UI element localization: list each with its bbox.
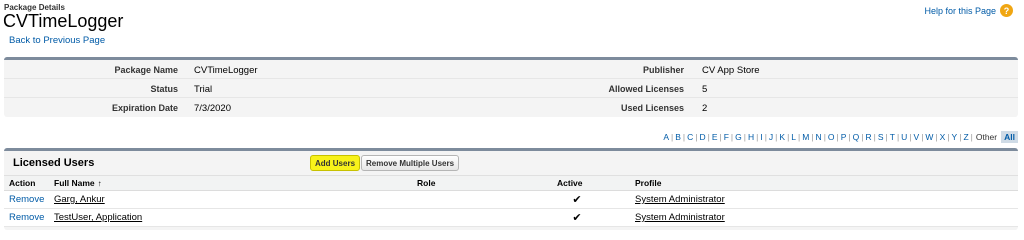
profile-cell: System Administrator: [630, 208, 1018, 227]
profile-cell: System Administrator: [630, 190, 1018, 209]
profile-link[interactable]: System Administrator: [635, 212, 725, 223]
full-name-cell: TestUser, Application: [49, 208, 412, 227]
alpha-filter-t[interactable]: T: [888, 132, 897, 142]
alpha-filter-j[interactable]: J: [767, 132, 775, 142]
alpha-filter-e[interactable]: E: [710, 132, 720, 142]
package-details-panel: Package Name CVTimeLogger Publisher CV A…: [4, 57, 1018, 117]
column-header-active[interactable]: Active: [552, 175, 630, 191]
alpha-filter-all[interactable]: All: [1001, 131, 1018, 143]
alpha-filter-x[interactable]: X: [938, 132, 948, 142]
alpha-filter-c[interactable]: C: [685, 132, 695, 142]
active-cell: ✔: [552, 208, 630, 227]
used-licenses-label: Used Licenses: [620, 103, 684, 113]
package-name-value: CVTimeLogger: [194, 65, 258, 76]
column-header-full-name[interactable]: Full Name ↑: [49, 175, 412, 191]
licensed-users-table: Action Full Name ↑ Role Active Profile Re…: [4, 175, 1018, 227]
expiration-date-label: Expiration Date: [111, 103, 178, 113]
role-cell: [412, 208, 552, 227]
alpha-filter-l[interactable]: L: [789, 132, 798, 142]
alpha-filter-r[interactable]: R: [863, 132, 873, 142]
alpha-filter-o[interactable]: O: [826, 132, 837, 142]
expiration-date-value: 7/3/2020: [194, 103, 231, 114]
action-cell: Remove: [4, 190, 49, 209]
table-row: Remove TestUser, Application ✔ System Ad…: [4, 208, 1018, 227]
alpha-filter-g[interactable]: G: [733, 132, 744, 142]
publisher-label: Publisher: [642, 65, 684, 75]
back-to-previous-page-link[interactable]: Back to Previous Page: [9, 35, 105, 46]
column-header-profile[interactable]: Profile: [630, 175, 1018, 191]
alpha-filter-h[interactable]: H: [746, 132, 756, 142]
alpha-filter-z[interactable]: Z: [961, 132, 970, 142]
column-header-action: Action: [4, 175, 49, 191]
add-users-button[interactable]: Add Users: [310, 155, 361, 171]
detail-row-2: Status Trial Allowed Licenses 5: [4, 79, 1018, 98]
alpha-filter-s[interactable]: S: [876, 132, 886, 142]
sort-ascending-icon: ↑: [97, 179, 102, 188]
status-label: Status: [150, 84, 178, 94]
alpha-filter-m[interactable]: M: [800, 132, 811, 142]
publisher-value: CV App Store: [702, 65, 760, 76]
alpha-filter-y[interactable]: Y: [950, 132, 960, 142]
table-row: Remove Garg, Ankur ✔ System Administrato…: [4, 190, 1018, 209]
status-value: Trial: [194, 84, 213, 95]
profile-link[interactable]: System Administrator: [635, 194, 725, 205]
allowed-licenses-value: 5: [702, 84, 708, 95]
alpha-filter-u[interactable]: U: [899, 132, 909, 142]
package-name-label: Package Name: [114, 65, 178, 75]
licensed-users-title: Licensed Users: [13, 157, 95, 169]
help-icon[interactable]: ?: [1000, 4, 1013, 17]
checkmark-icon: ✔: [572, 194, 582, 206]
active-cell: ✔: [552, 190, 630, 209]
remove-link[interactable]: Remove: [9, 194, 44, 205]
help-area: Help for this Page ?: [924, 4, 1013, 17]
full-name-cell: Garg, Ankur: [49, 190, 412, 209]
alpha-filter-k[interactable]: K: [777, 132, 787, 142]
alpha-filter-d[interactable]: D: [697, 132, 707, 142]
alpha-filter-b[interactable]: B: [673, 132, 683, 142]
alpha-filter-v[interactable]: V: [912, 132, 922, 142]
alpha-filter-p[interactable]: P: [839, 132, 849, 142]
page-title: CVTimeLogger: [3, 11, 124, 31]
alpha-filter-w[interactable]: W: [923, 132, 935, 142]
user-name-link[interactable]: Garg, Ankur: [54, 194, 105, 205]
column-header-role[interactable]: Role: [412, 175, 552, 191]
remove-link[interactable]: Remove: [9, 212, 44, 223]
alpha-filter-q[interactable]: Q: [851, 132, 862, 142]
full-name-header-label: Full Name: [54, 178, 95, 188]
used-licenses-value: 2: [702, 103, 708, 114]
detail-row-1: Package Name CVTimeLogger Publisher CV A…: [4, 60, 1018, 79]
role-cell: [412, 190, 552, 209]
allowed-licenses-label: Allowed Licenses: [608, 84, 684, 94]
alphabet-filter: A | B | C | D | E | F | G | H | I | J | K | L | M | N | O | P | Q | R | S | T |…: [661, 131, 1018, 143]
user-name-link[interactable]: TestUser, Application: [54, 212, 142, 223]
alpha-filter-a[interactable]: A: [661, 132, 671, 142]
action-cell: Remove: [4, 208, 49, 227]
licensed-users-panel: Licensed Users Add Users Remove Multiple…: [4, 148, 1018, 230]
alpha-filter-f[interactable]: F: [722, 132, 731, 142]
help-link[interactable]: Help for this Page: [924, 6, 996, 16]
table-header-row: Action Full Name ↑ Role Active Profile: [4, 175, 1018, 191]
remove-multiple-users-button[interactable]: Remove Multiple Users: [361, 155, 460, 171]
detail-row-3: Expiration Date 7/3/2020 Used Licenses 2: [4, 98, 1018, 117]
alpha-filter-other[interactable]: Other: [973, 132, 1000, 142]
alpha-filter-n[interactable]: N: [814, 132, 824, 142]
checkmark-icon: ✔: [572, 212, 582, 224]
